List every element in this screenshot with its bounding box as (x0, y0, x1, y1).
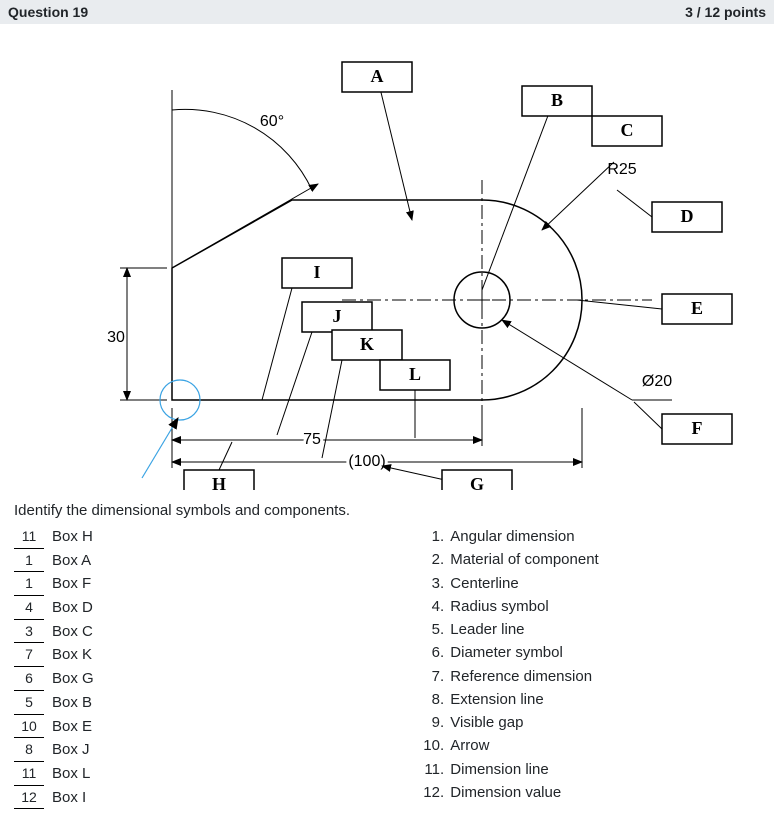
key-item: Extension line (448, 688, 760, 711)
match-row: 8 Box J (14, 738, 424, 762)
question-header: Question 19 3 / 12 points (0, 0, 774, 24)
answer-blank: 11 (14, 763, 44, 786)
match-row: 4 Box D (14, 596, 424, 620)
leader-A (378, 80, 412, 220)
leader-diameter (502, 320, 632, 400)
dim-75-value: 75 (303, 431, 321, 448)
diameter-value: Ø20 (642, 373, 672, 390)
radius-value: R25 (607, 161, 636, 178)
answer-label: Box C (52, 620, 93, 643)
match-row: 10 Box E (14, 715, 424, 739)
box-k-label: K (360, 334, 374, 354)
key-item: Arrow (448, 734, 760, 757)
match-row: 1 Box F (14, 572, 424, 596)
leader-E (577, 300, 662, 309)
angle-leader (172, 184, 318, 268)
key-item: Dimension line (448, 758, 760, 781)
box-a-label: A (371, 66, 384, 86)
answer-label: Box L (52, 762, 90, 785)
key-item: Visible gap (448, 711, 760, 734)
answer-blank: 3 (14, 621, 44, 644)
answer-label: Box H (52, 525, 93, 548)
match-row: 11 Box H (14, 525, 424, 549)
answer-blank: 11 (14, 526, 44, 549)
key-item: Dimension value (448, 781, 760, 804)
leader-I (262, 288, 292, 400)
question-points: 3 / 12 points (685, 4, 766, 20)
answer-label: Box K (52, 643, 92, 666)
box-l-label: L (409, 364, 421, 384)
answer-blank: 4 (14, 597, 44, 620)
box-h-label: H (212, 474, 226, 490)
answer-columns: 11 Box H 1 Box A 1 Box F 4 Box D 3 Box C 7 Box… (0, 525, 774, 821)
match-row: 6 Box G (14, 667, 424, 691)
box-f-label: F (692, 418, 703, 438)
answer-blank: 10 (14, 716, 44, 739)
angle-arc (172, 109, 312, 190)
answer-label: Box E (52, 715, 92, 738)
key-item: Reference dimension (448, 665, 760, 688)
answer-label: Box D (52, 596, 93, 619)
key-column: Angular dimension Material of component … (424, 525, 760, 809)
key-list: Angular dimension Material of component … (424, 525, 760, 804)
figure-container: 60° A B R25 C D E Ø20 F 30 75 (100) G H (0, 24, 774, 500)
answer-label: Box F (52, 572, 91, 595)
match-row: 1 Box A (14, 549, 424, 573)
answer-blank: 12 (14, 787, 44, 810)
box-g-label: G (470, 474, 484, 490)
matching-column: 11 Box H 1 Box A 1 Box F 4 Box D 3 Box C 7 Box… (14, 525, 424, 809)
leader-K (322, 360, 342, 458)
leader-D (617, 190, 652, 217)
answer-blank: 1 (14, 550, 44, 573)
answer-label: Box J (52, 738, 90, 761)
box-b-label: B (551, 90, 563, 110)
answer-label: Box B (52, 691, 92, 714)
match-row: 3 Box C (14, 620, 424, 644)
leader-J (277, 332, 312, 435)
match-row: 5 Box B (14, 691, 424, 715)
answer-label: Box G (52, 667, 94, 690)
key-item: Diameter symbol (448, 641, 760, 664)
box-c-label: C (621, 120, 634, 140)
answer-blank: 5 (14, 692, 44, 715)
key-item: Centerline (448, 572, 760, 595)
instruction-text: Identify the dimensional symbols and com… (0, 500, 774, 525)
leader-F (634, 402, 662, 429)
match-row: 12 Box I (14, 786, 424, 810)
leader-radius (542, 162, 614, 230)
dimension-figure: 60° A B R25 C D E Ø20 F 30 75 (100) G H (22, 30, 752, 490)
key-item: Leader line (448, 618, 760, 641)
answer-blank: 8 (14, 739, 44, 762)
answer-label: Box I (52, 786, 86, 809)
key-item: Material of component (448, 548, 760, 571)
dim-height-value: 30 (107, 329, 125, 346)
answer-blank: 1 (14, 573, 44, 596)
detail-leader (142, 418, 178, 478)
answer-blank: 7 (14, 644, 44, 667)
leader-B (482, 105, 552, 290)
key-item: Angular dimension (448, 525, 760, 548)
box-i-label: I (313, 262, 320, 282)
angle-value: 60° (260, 113, 284, 130)
leader-H (219, 442, 232, 470)
key-item: Radius symbol (448, 595, 760, 618)
answer-blank: 6 (14, 668, 44, 691)
dim-100-value: (100) (348, 453, 385, 470)
question-title: Question 19 (8, 4, 88, 20)
match-row: 11 Box L (14, 762, 424, 786)
answer-label: Box A (52, 549, 91, 572)
box-e-label: E (691, 298, 703, 318)
box-j-label: J (333, 306, 342, 326)
match-row: 7 Box K (14, 643, 424, 667)
box-d-label: D (681, 206, 694, 226)
